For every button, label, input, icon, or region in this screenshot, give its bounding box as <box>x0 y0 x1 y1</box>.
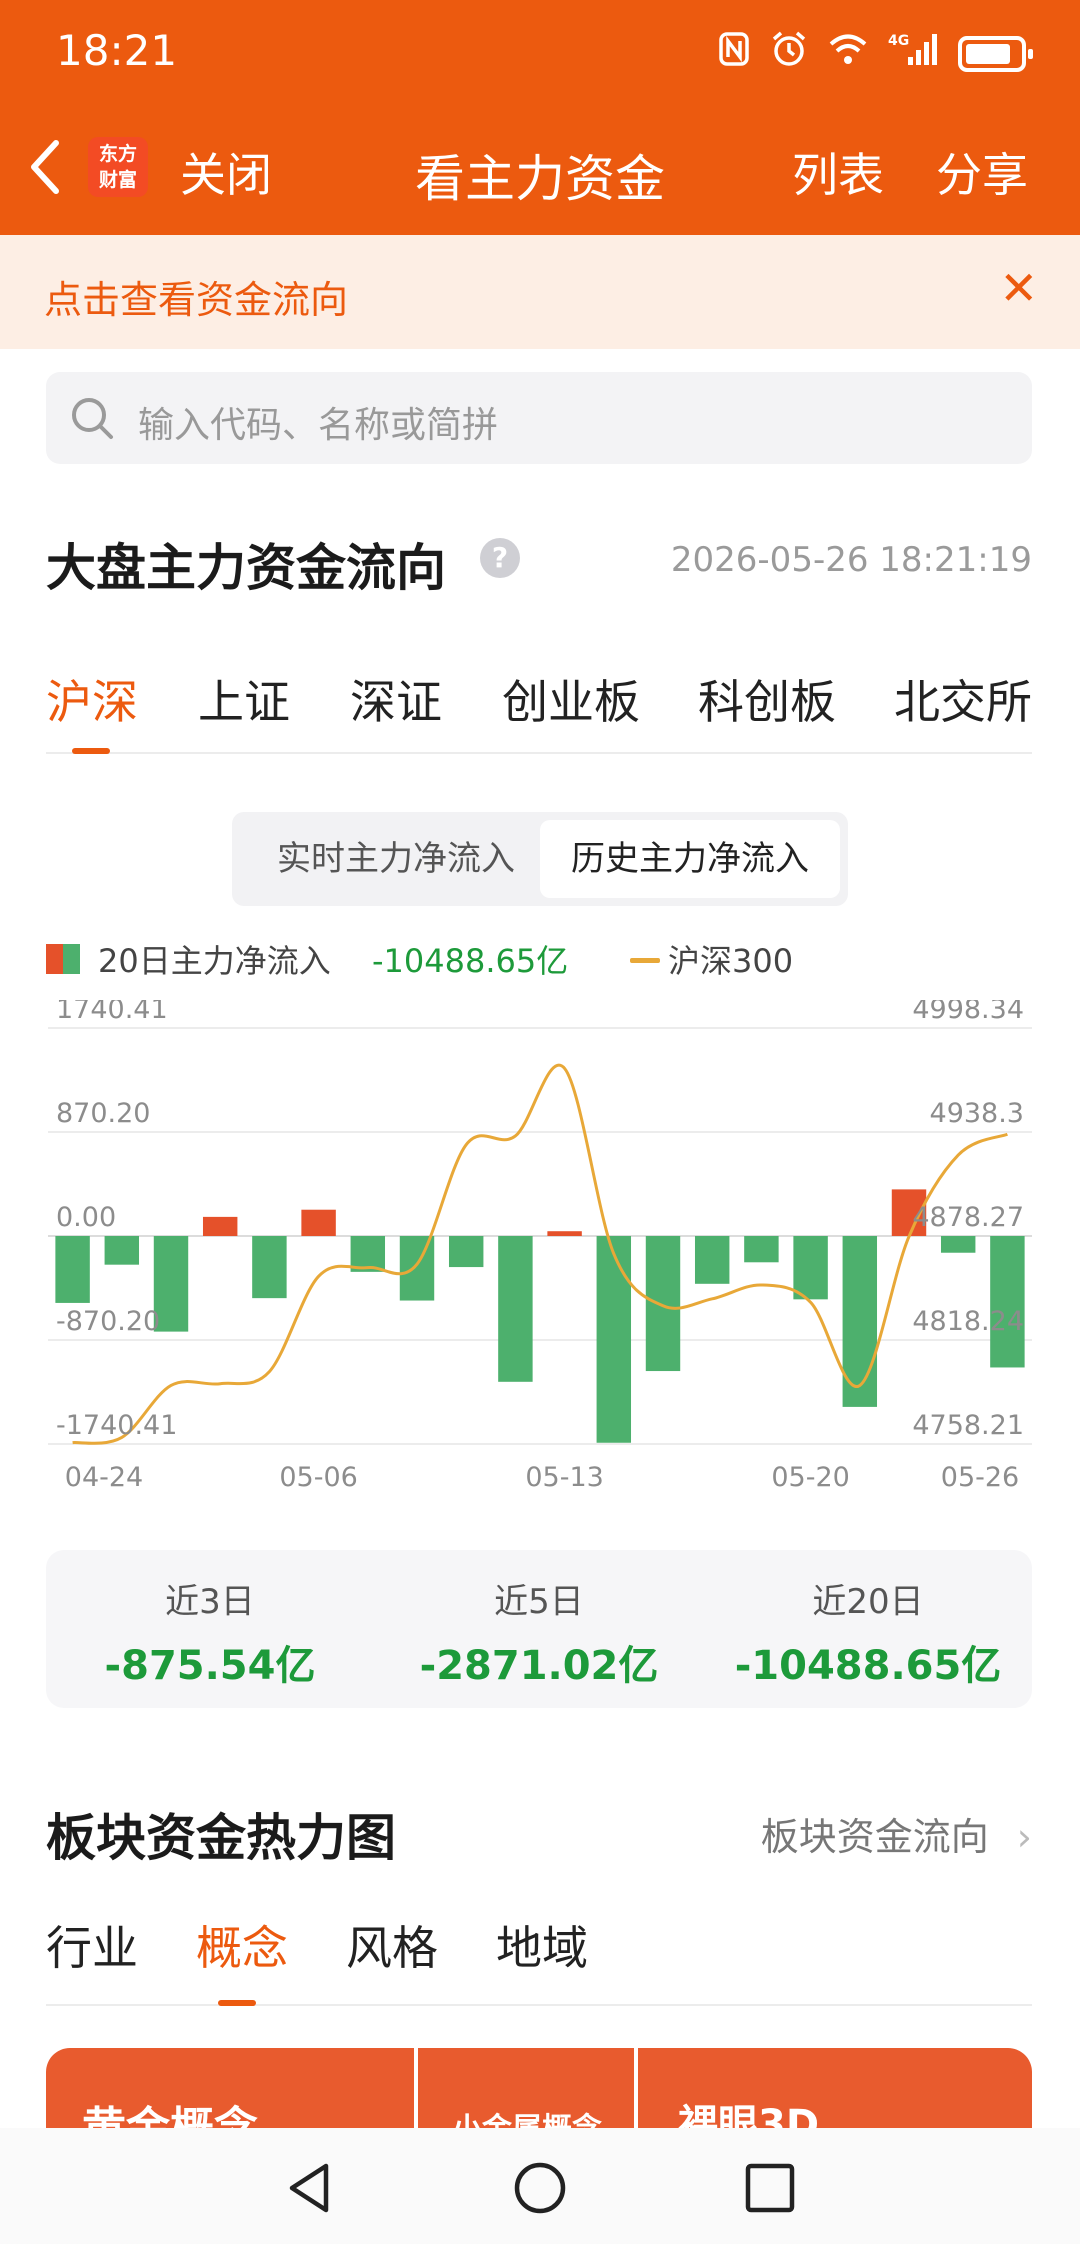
right-axis-tick: 4758.21 <box>912 1410 1024 1441</box>
left-axis-tick: -870.20 <box>56 1306 160 1337</box>
summary-5d-label: 近5日 <box>494 1582 584 1622</box>
x-axis-tick: 05-06 <box>279 1462 357 1493</box>
home-nav-icon[interactable] <box>510 2158 570 2218</box>
line-legend-label: 沪深300 <box>668 942 794 980</box>
wifi-icon <box>828 32 868 75</box>
close-icon[interactable]: ✕ <box>999 261 1038 315</box>
market-flow-title: 大盘主力资金流向 <box>46 539 446 597</box>
x-axis-tick: 05-13 <box>525 1462 603 1493</box>
x-axis-tick: 05-26 <box>941 1462 1019 1493</box>
right-axis-tick: 4938.3 <box>930 1098 1024 1129</box>
heatmap-title: 板块资金热力图 <box>46 1809 396 1867</box>
left-axis-tick: 0.00 <box>56 1202 116 1233</box>
4g-signal-icon: 4G <box>888 31 938 76</box>
bar-legend-swatch <box>46 944 80 974</box>
back-nav-icon[interactable] <box>280 2158 340 2218</box>
chart-bar <box>793 1236 828 1300</box>
right-axis-tick: 4878.27 <box>912 1202 1024 1233</box>
chart-bar <box>645 1236 681 1372</box>
sector-flow-link[interactable]: 板块资金流向 › <box>761 1806 1032 1861</box>
market-tabs: 沪深 上证 深证 创业板 科创板 北交所 <box>46 660 1032 754</box>
chart-bar <box>301 1209 336 1236</box>
summary-3d-value: -875.54亿 <box>104 1643 316 1689</box>
chart-bar <box>990 1236 1025 1368</box>
tab-style[interactable]: 风格 <box>346 1912 438 1978</box>
flow-mode-segment: 实时主力净流入 历史主力净流入 <box>232 812 848 906</box>
recents-nav-icon[interactable] <box>740 2158 800 2218</box>
bar-legend-value: -10488.65亿 <box>372 942 569 980</box>
chart-bar <box>202 1216 238 1236</box>
list-button[interactable]: 列表 <box>792 139 884 205</box>
chart-bar <box>252 1236 287 1299</box>
chevron-right-icon: › <box>1016 1815 1032 1859</box>
alarm-icon <box>770 30 808 77</box>
status-bar: 18:21 4G <box>0 0 1080 105</box>
chart-bar <box>448 1236 484 1268</box>
page-title: 看主力资金 <box>415 150 665 208</box>
tab-concept[interactable]: 概念 <box>196 1912 288 1978</box>
summary-20d: 近20日 -10488.65亿 <box>704 1574 1032 1691</box>
summary-3d-label: 近3日 <box>165 1582 255 1622</box>
search-input[interactable]: 输入代码、名称或简拼 <box>46 372 1032 464</box>
chart-bar <box>498 1236 533 1382</box>
nfc-icon <box>718 31 750 76</box>
left-axis-tick: -1740.41 <box>56 1410 177 1441</box>
chart-bar <box>694 1236 730 1284</box>
main-flow-chart[interactable]: 1740.41 870.20 0.00 -870.20 -1740.41 4998.34 4… <box>0 1000 1080 1520</box>
flow-summary: 近3日 -875.54亿 近5日 -2871.02亿 近20日 -10488.6… <box>46 1550 1032 1708</box>
tab-kechuangban[interactable]: 科创板 <box>698 666 836 732</box>
chart-bar <box>104 1236 140 1265</box>
right-axis-tick: 4998.34 <box>912 1000 1024 1025</box>
active-tab-indicator <box>218 2000 256 2006</box>
tab-beijiaosuo[interactable]: 北交所 <box>894 666 1032 732</box>
summary-5d-value: -2871.02亿 <box>419 1643 659 1689</box>
nav-bar: 东方 财富 关闭 看主力资金 列表 分享 <box>0 115 1080 225</box>
tab-chuangyeban[interactable]: 创业板 <box>502 666 640 732</box>
app-header: 18:21 4G 东方 财富 关闭 看主力资金 列表 分享 <box>0 0 1080 235</box>
sector-flow-link-label[interactable]: 板块资金流向 <box>761 1815 989 1859</box>
chart-bar <box>940 1236 976 1253</box>
tab-region[interactable]: 地域 <box>496 1912 588 1978</box>
share-button[interactable]: 分享 <box>936 139 1028 205</box>
tab-hushen[interactable]: 沪深 <box>46 666 138 732</box>
timestamp: 2026-05-26 18:21:19 <box>670 540 1032 580</box>
network-label: 4G <box>888 33 909 49</box>
heatmap-tabs: 行业 概念 风格 地域 <box>46 1912 1032 2006</box>
summary-20d-label: 近20日 <box>812 1582 924 1622</box>
chart-bar <box>399 1236 435 1301</box>
status-time: 18:21 <box>56 26 178 75</box>
right-axis-tick: 4818.24 <box>912 1306 1024 1337</box>
tab-shangzheng[interactable]: 上证 <box>198 666 290 732</box>
tab-industry[interactable]: 行业 <box>46 1912 138 1978</box>
help-icon[interactable]: ? <box>480 538 520 578</box>
line-legend-swatch <box>630 958 660 963</box>
battery-icon <box>958 35 1033 72</box>
left-axis-tick: 1740.41 <box>56 1000 168 1025</box>
tab-shenzheng[interactable]: 深证 <box>350 666 442 732</box>
summary-3d: 近3日 -875.54亿 <box>46 1574 374 1691</box>
system-nav-bar <box>0 2128 1080 2244</box>
summary-20d-value: -10488.65亿 <box>734 1643 1002 1689</box>
active-tab-indicator <box>72 748 110 754</box>
segment-realtime[interactable]: 实时主力净流入 <box>240 820 552 898</box>
x-axis-tick: 04-24 <box>65 1462 143 1493</box>
search-placeholder: 输入代码、名称或简拼 <box>138 405 499 446</box>
left-axis-tick: 870.20 <box>56 1098 150 1129</box>
status-icons: 4G <box>718 30 1033 77</box>
chart-bar <box>596 1236 632 1443</box>
segment-history[interactable]: 历史主力净流入 <box>540 820 840 898</box>
summary-5d: 近5日 -2871.02亿 <box>375 1574 703 1691</box>
chart-bar <box>547 1231 582 1236</box>
chart-bar <box>55 1236 90 1303</box>
bar-legend-label: 20日主力净流入 <box>98 942 331 980</box>
chart-bar <box>744 1236 779 1263</box>
x-axis-tick: 05-20 <box>771 1462 849 1493</box>
search-icon <box>72 398 113 439</box>
banner-text[interactable]: 点击查看资金流向 <box>44 269 348 324</box>
flow-banner[interactable]: 点击查看资金流向 ✕ <box>0 235 1080 349</box>
